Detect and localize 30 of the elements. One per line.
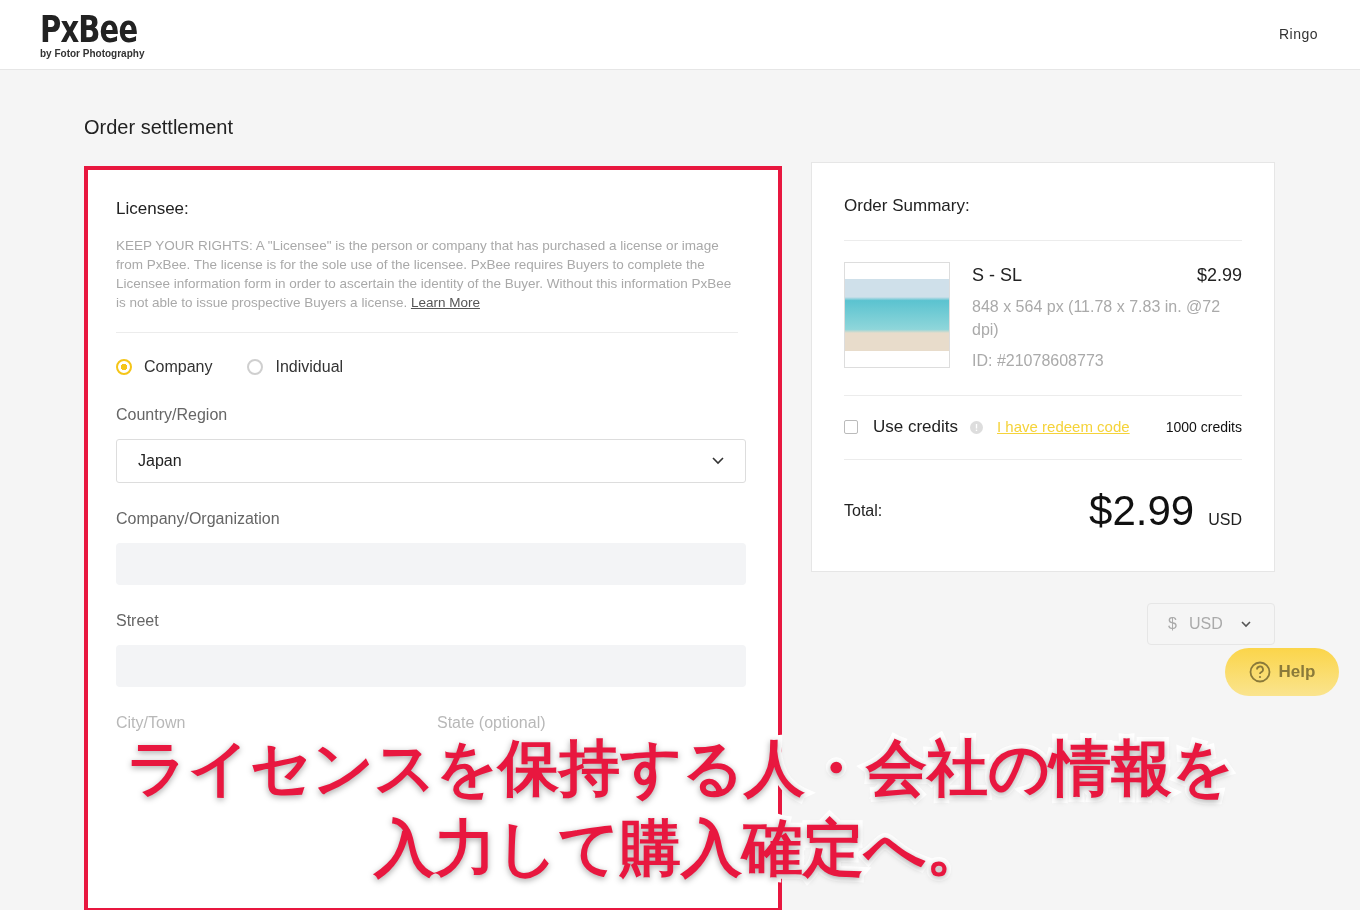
total-currency: USD — [1208, 509, 1242, 530]
checkbox-label[interactable]: Use credits — [873, 414, 959, 440]
chevron-down-icon — [1240, 620, 1251, 628]
total-amount: $2.99 — [1089, 489, 1195, 532]
help-icon — [1248, 661, 1271, 683]
total-label: Total: — [844, 500, 883, 521]
field-label: State (optional) — [437, 712, 547, 733]
licensee-type-radio[interactable]: Company — [116, 354, 213, 379]
item-dimensions: 848 x 564 px (11.78 x 7.83 in. @72 dpi) — [972, 296, 1222, 340]
section-heading: Order Summary: — [844, 193, 1242, 241]
field-label: Company/Organization — [116, 508, 281, 529]
credits-balance: 1000 credits — [1165, 417, 1242, 437]
field-label: Street — [116, 610, 160, 631]
user-name[interactable]: Ringo — [1278, 24, 1318, 45]
learn-more-link[interactable]: Learn More — [410, 294, 480, 310]
section-heading: Licensee: — [116, 198, 190, 220]
licensee-notice: KEEP YOUR RIGHTS: A "Licensee" is the person or company that has purchased a license or image from PxBee. The license is for the sole use of the licensee. PxBee requires Buyers to complete the Licensee information form in order to ascertain the identity of the Buyer. Without this information PxBee is not able to issue prospective Buyers a license. Learn More — [116, 235, 738, 333]
item-price: $2.99 — [1196, 263, 1242, 287]
item-title: S - SL — [972, 263, 1023, 287]
logo-tagline: by Fotor Photography — [40, 49, 146, 59]
field-label: City/Town — [116, 712, 187, 733]
logo[interactable]: PxBee — [40, 10, 138, 48]
chevron-down-icon — [712, 456, 724, 465]
checkbox[interactable] — [844, 420, 858, 434]
licensee-type-radio[interactable]: Individual — [247, 354, 344, 379]
page-title: Order settlement — [84, 115, 234, 140]
field-label: Country/Region — [116, 404, 229, 425]
country-select[interactable]: Japan — [116, 438, 746, 483]
info-icon[interactable] — [970, 420, 984, 434]
item-id: ID: #21078608773 — [972, 350, 1105, 371]
